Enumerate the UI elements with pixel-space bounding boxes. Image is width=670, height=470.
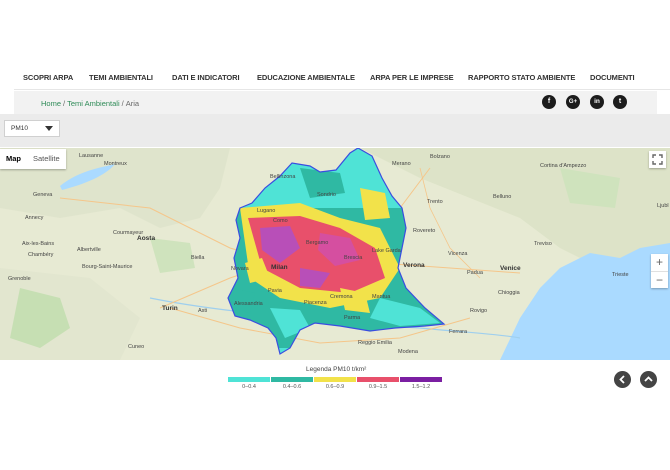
place-label: Trieste (612, 272, 629, 278)
legend-swatch (271, 377, 313, 382)
facebook-icon[interactable]: f (542, 95, 556, 109)
place-label: Biella (191, 255, 205, 261)
breadcrumb-bar: Home / Temi Ambientali / Aria f G+ in t (14, 91, 657, 114)
place-label: Lugano (257, 208, 276, 214)
place-label: Rovigo (470, 308, 488, 314)
place-label: Bolzano (430, 154, 450, 160)
place-label: Bourg-Saint-Maurice (82, 264, 133, 270)
breadcrumb-separator: / (63, 99, 66, 108)
place-label: Ljubl (657, 203, 669, 209)
map-type-map-button[interactable]: Map (0, 149, 27, 169)
place-label: Turin (162, 305, 178, 312)
breadcrumb-home[interactable]: Home (41, 99, 61, 108)
place-label: Como (273, 218, 288, 224)
legend-label: 0–0.4 (242, 384, 256, 390)
place-label: Aosta (137, 235, 156, 242)
legend-swatch (357, 377, 399, 382)
twitter-icon[interactable]: t (613, 95, 627, 109)
legend-swatch (314, 377, 356, 382)
place-label: Merano (392, 161, 411, 167)
scroll-top-button[interactable] (640, 371, 657, 388)
map-type-control: Map Satellite (0, 149, 66, 169)
legend-swatch (228, 377, 270, 382)
nav-documenti[interactable]: DOCUMENTI (590, 73, 635, 82)
back-arrow-icon (619, 375, 625, 384)
nav-educazione-ambientale[interactable]: EDUCAZIONE AMBIENTALE (257, 73, 355, 82)
main-navigation: SCOPRI ARPA TEMI AMBIENTALI DATI E INDIC… (14, 71, 670, 90)
breadcrumb: Home / Temi Ambientali / Aria (41, 99, 139, 108)
zoom-in-button[interactable]: + (651, 254, 668, 272)
place-label: Milan (271, 264, 288, 271)
legend-label: 0.6–0.9 (325, 384, 345, 390)
place-label: Reggio Emilia (358, 340, 392, 346)
place-label: Bergamo (306, 240, 329, 246)
place-label: Asti (198, 308, 208, 314)
linkedin-icon[interactable]: in (590, 95, 604, 109)
legend-swatch (400, 377, 442, 382)
up-arrow-icon (644, 376, 653, 382)
pollutant-select[interactable]: PM10 (4, 120, 60, 137)
breadcrumb-current: Aria (125, 99, 140, 108)
place-label: Parma (344, 315, 361, 321)
nav-rapporto-stato-ambiente[interactable]: RAPPORTO STATO AMBIENTE (468, 73, 575, 82)
breadcrumb-temi-ambientali[interactable]: Temi Ambientali (67, 99, 120, 108)
map-toolbar (0, 114, 670, 147)
zoom-control: + − (651, 254, 668, 288)
legend-title: Legenda PM10 t/km² (306, 366, 367, 373)
place-label: Verona (403, 262, 425, 269)
place-label: Belluno (493, 194, 512, 200)
legend-label: 0.9–1.5 (368, 384, 388, 390)
legend-label: 1.5–1.2 (411, 384, 431, 390)
place-label: Vicenza (448, 251, 468, 257)
place-label: Trento (427, 199, 443, 205)
nav-temi-ambientali[interactable]: TEMI AMBIENTALI (89, 73, 153, 82)
place-label: Cremona (330, 294, 353, 300)
nav-arpa-per-le-imprese[interactable]: ARPA PER LE IMPRESE (370, 73, 454, 82)
fullscreen-icon (652, 154, 663, 165)
nav-scopri-arpa[interactable]: SCOPRI ARPA (23, 73, 73, 82)
legend-label: 0.4–0.6 (282, 384, 302, 390)
place-label: Modena (398, 349, 418, 355)
place-label: Rovereto (413, 228, 436, 234)
place-label: Geneva (33, 192, 53, 198)
map-view[interactable]: Lausanne Montreux Geneva Annecy Aix-les-… (0, 148, 670, 360)
place-label: Bellinzona (270, 174, 296, 180)
place-label: Padua (467, 270, 483, 276)
place-label: Mantua (372, 294, 391, 300)
place-label: Cuneo (128, 344, 145, 350)
place-label: Piacenza (304, 300, 327, 306)
place-label: Albertville (77, 247, 101, 253)
place-label: Ferrara (449, 329, 468, 335)
chevron-down-icon (45, 126, 53, 131)
place-label: Montreux (104, 161, 127, 167)
google-plus-icon[interactable]: G+ (566, 95, 580, 109)
back-button[interactable] (614, 371, 631, 388)
zoom-out-button[interactable]: − (651, 272, 668, 288)
place-label: Treviso (534, 241, 552, 247)
place-label: Pavia (268, 288, 282, 294)
place-label: Annecy (25, 215, 44, 221)
place-label: Cortina d'Ampezzo (540, 163, 587, 169)
place-label: Lausanne (79, 153, 104, 159)
map-canvas (0, 148, 670, 360)
place-label: Brescia (344, 255, 363, 261)
place-label: Novara (231, 266, 249, 272)
fullscreen-button[interactable] (649, 151, 666, 168)
breadcrumb-separator: / (121, 99, 124, 108)
place-label: Venice (500, 265, 521, 272)
map-type-satellite-button[interactable]: Satellite (27, 149, 66, 169)
place-label: Sondrio (317, 192, 336, 198)
pollutant-select-value: PM10 (11, 125, 28, 132)
place-label: Lake Garda (372, 248, 401, 254)
place-label: Chioggia (498, 290, 520, 296)
place-label: Chambéry (28, 252, 54, 258)
place-label: Alessandria (234, 301, 263, 307)
place-label: Aix-les-Bains (22, 241, 55, 247)
place-label: Grenoble (8, 276, 31, 282)
nav-dati-e-indicatori[interactable]: DATI E INDICATORI (172, 73, 240, 82)
